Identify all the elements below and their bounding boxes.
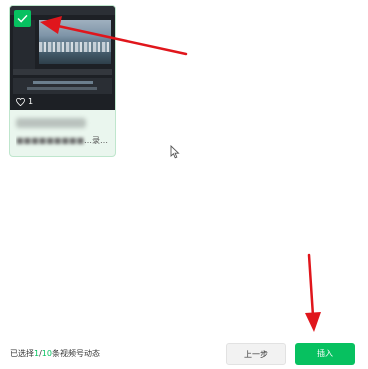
previous-step-button[interactable]: 上一步 (226, 343, 286, 365)
thumbnail-editor-timeline (13, 78, 112, 94)
selection-prefix: 已选择 (10, 349, 34, 358)
thumbnail-city-skyline (39, 42, 111, 52)
likes-counter: 1 (16, 97, 33, 107)
thumbnail-preview-image (39, 20, 111, 64)
max-count: 10 (41, 349, 52, 358)
annotation-arrowhead-insert (305, 312, 321, 332)
heart-icon (16, 98, 25, 106)
video-card[interactable]: 1 ■■■■■■■■■…录… (9, 5, 116, 157)
checkmark-icon (17, 14, 28, 23)
timeline-track (27, 87, 97, 90)
blurred-title (16, 118, 86, 128)
likes-count: 1 (28, 97, 34, 106)
timeline-track (33, 81, 93, 84)
selected-checkbox[interactable] (14, 10, 31, 27)
thumbnail-editor-sidepanel (13, 20, 35, 70)
selection-status: 已选择1/10条视频号动态 (10, 348, 100, 360)
blurred-description: ■■■■■■■■■ (16, 136, 85, 145)
thumbnail-editor-toolbar (13, 69, 112, 75)
insert-button[interactable]: 插入 (295, 343, 355, 365)
selection-suffix: 条视频号动态 (51, 349, 100, 358)
video-description: ■■■■■■■■■…录… (16, 134, 111, 148)
description-visible: …录… (84, 136, 109, 145)
annotation-arrow-to-insert (307, 253, 315, 318)
mouse-cursor-icon (170, 145, 180, 159)
